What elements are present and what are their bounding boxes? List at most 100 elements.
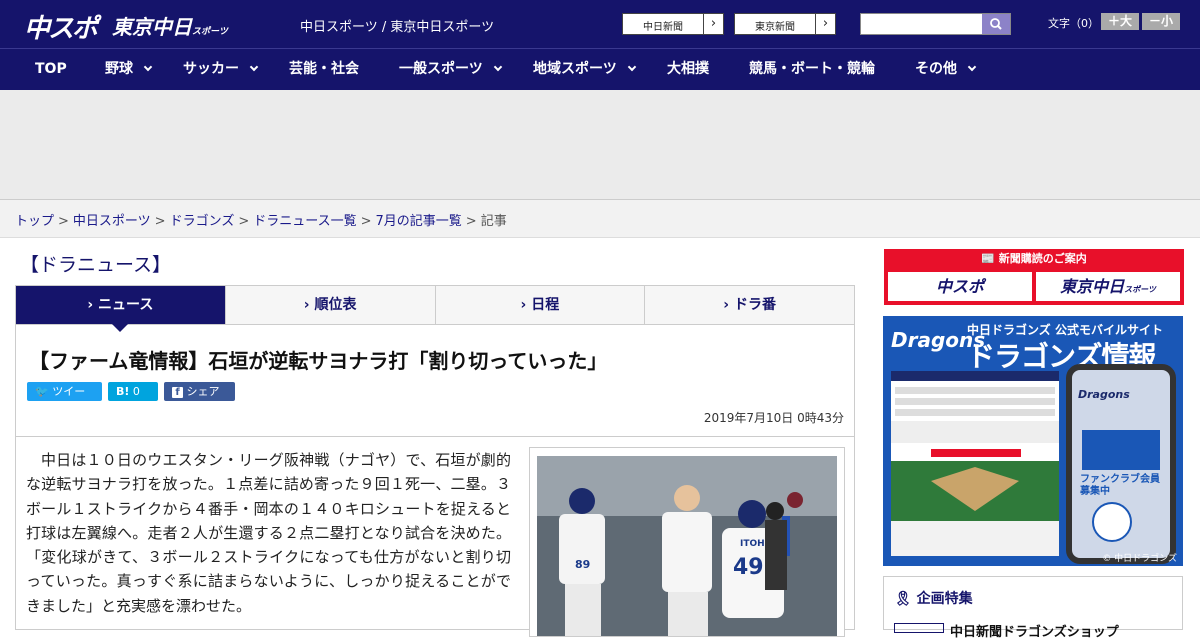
ad-banner-space xyxy=(0,90,1200,200)
main-nav: TOP 野球 サッカー 芸能・社会 一般スポーツ 地域スポーツ 大相撲 競馬・ボ… xyxy=(0,48,1200,90)
facebook-icon: f xyxy=(172,387,183,398)
font-larger-button[interactable]: ＋大 xyxy=(1101,13,1139,30)
nav-item-sumo[interactable]: 大相撲 xyxy=(667,49,709,91)
photo-image: 89 ITOH 49 xyxy=(537,456,837,636)
mascot-image xyxy=(1092,502,1132,542)
nav-item-label: 芸能・社会 xyxy=(289,61,359,77)
dragons-mobile-banner[interactable]: Dragons 中日ドラゴンズ 公式モバイルサイト ドラゴンズ情報 Dragon… xyxy=(883,316,1183,566)
nav-item-other[interactable]: その他 xyxy=(915,49,977,91)
chunichi-shimbun-label: 中日新聞 xyxy=(643,22,683,33)
tab-label: 日程 xyxy=(531,297,560,313)
tweet-button[interactable]: 🐦 ツイート xyxy=(27,382,102,417)
breadcrumb-separator: > xyxy=(465,214,477,229)
nav-item-baseball[interactable]: 野球 xyxy=(105,49,153,91)
ribbon-icon: 🎗 xyxy=(894,591,912,607)
shop-thumbnail[interactable] xyxy=(894,623,944,633)
breadcrumb: トップ > 中日スポーツ > ドラゴンズ > ドラニュース一覧 >7月の記事一覧 > 記事 xyxy=(0,200,1200,238)
breadcrumb-link[interactable]: 中日スポーツ xyxy=(73,214,151,229)
nav-item-label: サッカー xyxy=(183,61,239,77)
nav-item-local-sports[interactable]: 地域スポーツ xyxy=(533,49,636,91)
section-title: 【ドラニュース】 xyxy=(20,254,172,276)
article-card: 【ファーム竜情報】石垣が逆転サヨナラ打「割り切っていった」 🐦 ツイート B! … xyxy=(15,325,855,637)
nav-item-soccer[interactable]: サッカー xyxy=(183,49,259,91)
search-input[interactable] xyxy=(863,15,979,33)
subscribe-tokyo-chunichi-text: 東京中日 xyxy=(1060,277,1125,296)
site-name: 中日スポーツ / 東京中日スポーツ xyxy=(300,20,495,35)
twitter-icon: 🐦 xyxy=(35,385,49,398)
article-photo[interactable]: 89 ITOH 49 xyxy=(529,447,845,637)
chevron-right-icon: › xyxy=(87,297,94,313)
chevron-right-icon: › xyxy=(520,297,527,313)
phone-mockup-image: Dragons ファンクラブ会員募集中 xyxy=(1066,364,1176,564)
phone-dragons-logo: Dragons xyxy=(1078,388,1130,401)
newspaper-icon: 📰 xyxy=(981,252,995,265)
search-button[interactable] xyxy=(982,14,1010,34)
breadcrumb-separator: > xyxy=(58,214,69,229)
chevron-down-icon xyxy=(143,62,153,72)
breadcrumb-link[interactable]: ドラニュース一覧 xyxy=(253,214,356,229)
tokyo-shimbun-link[interactable]: 東京新聞 › xyxy=(734,13,836,35)
nav-item-top[interactable]: TOP xyxy=(35,49,67,91)
jersey-number-49: 49 xyxy=(733,555,764,580)
tokyo-chunichi-logo-text: 東京中日 xyxy=(112,15,192,39)
subscribe-tokyo-chunichi-small: スポーツ xyxy=(1124,285,1156,294)
nav-item-label: 大相撲 xyxy=(667,61,709,77)
nav-item-label: その他 xyxy=(915,61,957,77)
dra-tabs: › ニュース › 順位表 › 日程 › ドラ番 xyxy=(15,285,855,332)
subscribe-tokyo-chunichi[interactable]: 東京中日スポーツ xyxy=(1036,272,1180,301)
nav-item-racing[interactable]: 競馬・ボート・競輪 xyxy=(749,49,875,91)
nav-item-label: 一般スポーツ xyxy=(399,61,483,77)
tokyo-shimbun-label: 東京新聞 xyxy=(755,22,795,33)
subscribe-banner[interactable]: 📰 新聞購読のご案内 中スポ 東京中日スポーツ xyxy=(884,249,1184,305)
special-feature-link[interactable]: 中日新聞ドラゴンズショップ xyxy=(950,621,1119,640)
tab-label: ドラ番 xyxy=(733,297,776,313)
chuspo-logo[interactable]: 中スポ xyxy=(24,8,98,45)
breadcrumb-separator: > xyxy=(154,214,166,229)
hatena-icon: B! xyxy=(116,385,130,398)
nav-item-general-sports[interactable]: 一般スポーツ xyxy=(399,49,502,91)
search-box xyxy=(860,13,1011,35)
article-headline: 【ファーム竜情報】石垣が逆転サヨナラ打「割り切っていった」 xyxy=(29,349,608,373)
nav-item-entertainment[interactable]: 芸能・社会 xyxy=(289,49,359,91)
tab-reporter[interactable]: › ドラ番 xyxy=(645,286,854,324)
tab-label: ニュース xyxy=(98,297,154,313)
facebook-share-button[interactable]: f シェア 0 xyxy=(164,382,235,417)
nav-item-label: TOP xyxy=(35,61,67,77)
special-features-heading-text: 企画特集 xyxy=(916,591,973,607)
chunichi-shimbun-link[interactable]: 中日新聞 › xyxy=(622,13,724,35)
tab-label: 順位表 xyxy=(314,297,357,313)
nav-item-label: 野球 xyxy=(105,61,133,77)
hatena-bookmark-button[interactable]: B! 0 xyxy=(108,382,158,401)
chevron-down-icon xyxy=(493,62,502,72)
tab-news[interactable]: › ニュース xyxy=(16,286,226,332)
chevron-right-icon: › xyxy=(303,297,310,313)
breadcrumb-link[interactable]: トップ xyxy=(15,214,54,229)
tab-standings[interactable]: › 順位表 xyxy=(225,286,436,324)
jersey-name: ITOH xyxy=(740,539,765,549)
subscribe-banner-text: 新聞購読のご案内 xyxy=(998,252,1087,265)
font-size-label: 文字（0） xyxy=(1048,17,1099,30)
hatena-count: 0 xyxy=(132,385,140,398)
chevron-down-icon xyxy=(627,62,636,72)
search-icon xyxy=(990,18,1002,30)
subscribe-banner-title: 📰 新聞購読のご案内 xyxy=(884,249,1184,269)
subscribe-chuspo[interactable]: 中スポ xyxy=(888,272,1032,301)
jersey-number-89: 89 xyxy=(575,558,590,571)
nav-item-label: 地域スポーツ xyxy=(533,61,617,77)
phone-fanclub-text: ファンクラブ会員募集中 xyxy=(1080,474,1160,497)
article-date: 2019年7月10日 0時43分 xyxy=(703,411,844,425)
breadcrumb-link[interactable]: ドラゴンズ xyxy=(170,214,235,229)
share-label: シェア xyxy=(186,385,220,398)
tokyo-chunichi-logo[interactable]: 東京中日スポーツ xyxy=(112,11,228,40)
tokyo-chunichi-logo-small: スポーツ xyxy=(192,27,228,37)
divider xyxy=(16,436,854,437)
site-header: 中スポ 東京中日スポーツ 中日スポーツ / 東京中日スポーツ 中日新聞 › 東京… xyxy=(0,0,1200,48)
chevron-down-icon xyxy=(249,62,259,72)
dragons-copyright: © 中日ドラゴンズ xyxy=(1102,554,1177,564)
breadcrumb-separator: > xyxy=(360,214,372,229)
players-celebrating-image: 89 ITOH 49 xyxy=(537,456,837,636)
tab-schedule[interactable]: › 日程 xyxy=(435,286,646,324)
special-features-box: 🎗 企画特集 中日新聞ドラゴンズショップ xyxy=(883,576,1183,640)
font-smaller-button[interactable]: －小 xyxy=(1142,13,1180,30)
breadcrumb-link[interactable]: 7月の記事一覧 xyxy=(376,214,462,229)
